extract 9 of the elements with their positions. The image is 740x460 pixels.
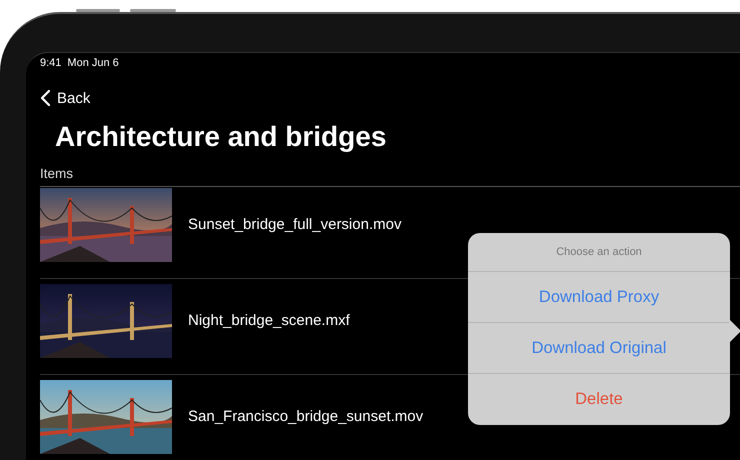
file-name[interactable]: San_Francisco_bridge_sunset.mov: [188, 408, 424, 425]
page-title: Architecture and bridges: [55, 120, 388, 154]
section-header: Items: [40, 166, 740, 187]
back-button[interactable]: Back: [40, 88, 90, 108]
popover-title: Choose an action: [468, 233, 730, 272]
status-date: Mon Jun 6: [67, 57, 119, 71]
status-time: 9:41: [40, 57, 62, 71]
file-name[interactable]: Night_bridge_scene.mxf: [188, 312, 350, 329]
file-name[interactable]: Sunset_bridge_full_version.mov: [188, 216, 402, 233]
